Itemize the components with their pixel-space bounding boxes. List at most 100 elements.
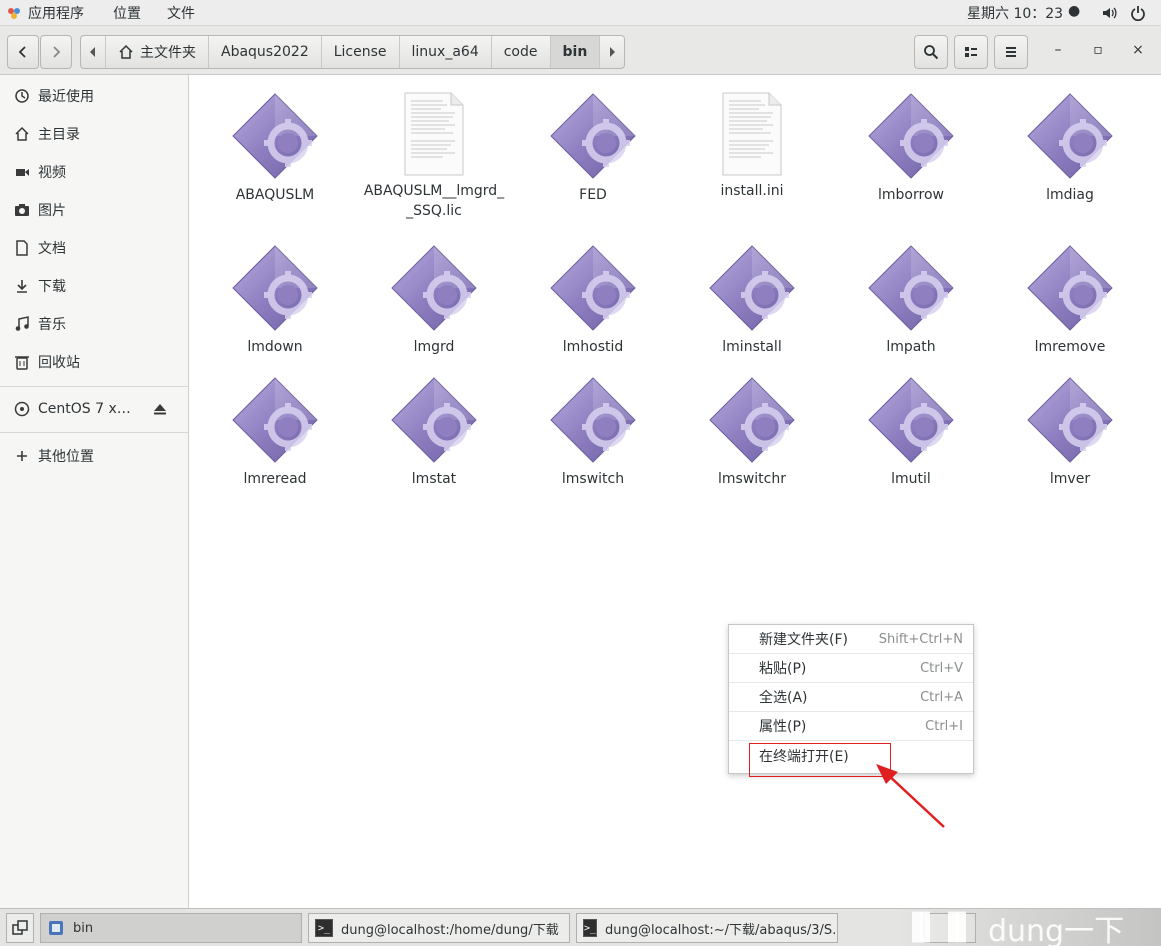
sidebar-item-downloads[interactable]: 下载 (0, 268, 188, 304)
header-bar: 主文件夹 Abaqus2022 License linux_a64 code b… (0, 26, 1161, 75)
breadcrumb-bin[interactable]: bin (550, 36, 601, 68)
sidebar-item-videos[interactable]: 视频 (0, 154, 188, 190)
clock[interactable]: 星期六 10：23 (967, 3, 1063, 23)
volume-icon[interactable] (1101, 5, 1117, 21)
file-name: lmstat (411, 471, 457, 487)
annotation-arrow-icon (876, 764, 945, 828)
chevron-right-icon (53, 46, 61, 58)
menu-item-label: 新建文件夹(F) (759, 632, 848, 648)
executable-icon (1025, 243, 1115, 333)
menu-button[interactable] (994, 35, 1028, 69)
file-item-fed[interactable]: FED (518, 91, 668, 205)
sidebar-item-label: 图片 (38, 203, 66, 219)
camera-icon (15, 204, 29, 216)
file-item-lmver[interactable]: lmver (995, 375, 1145, 489)
file-item-lmswitch[interactable]: lmswitch (518, 375, 668, 489)
file-item-lmstat[interactable]: lmstat (359, 375, 509, 489)
file-menu[interactable]: 文件 (167, 3, 195, 23)
home-icon (119, 44, 133, 59)
file-item-lmremove[interactable]: lmremove (995, 243, 1145, 357)
executable-icon (389, 243, 479, 333)
file-item-lmutil[interactable]: lmutil (836, 375, 986, 489)
sidebar-item-label: 音乐 (38, 317, 66, 333)
task-terminal-2[interactable]: >_ dung@localhost:~/下载/abaqus/3/S… (576, 913, 838, 943)
sidebar-item-home[interactable]: 主目录 (0, 116, 188, 152)
menu-item-properties[interactable]: 属性(P) Ctrl+I (729, 712, 973, 741)
places-menu[interactable]: 位置 (113, 3, 141, 23)
breadcrumb-scroll-right[interactable] (600, 36, 624, 68)
sidebar-item-device[interactable]: CentOS 7 x… (0, 391, 188, 427)
sidebar-item-documents[interactable]: 文档 (0, 230, 188, 266)
breadcrumb-license[interactable]: License (322, 36, 400, 68)
menu-item-new-folder[interactable]: 新建文件夹(F) Shift+Ctrl+N (729, 625, 973, 654)
breadcrumb-code[interactable]: code (492, 36, 551, 68)
file-item-lmhostid[interactable]: lmhostid (518, 243, 668, 357)
sidebar: 最近使用 主目录 视频 图片 文档 下载 音乐 回收站 CentOS 7 x… … (0, 75, 189, 908)
file-item-lmpath[interactable]: lmpath (836, 243, 986, 357)
menu-item-paste[interactable]: 粘贴(P) Ctrl+V (729, 654, 973, 683)
task-bin[interactable]: bin (40, 913, 302, 943)
file-name: lmreread (243, 471, 307, 487)
sidebar-item-label: 最近使用 (38, 89, 94, 105)
executable-icon (230, 243, 320, 333)
sidebar-item-music[interactable]: 音乐 (0, 306, 188, 342)
breadcrumb-linux-a64[interactable]: linux_a64 (400, 36, 492, 68)
eject-icon[interactable] (153, 402, 167, 416)
file-item-install-ini[interactable]: install.ini (677, 91, 827, 201)
file-name: ABAQUSLM__lmgrd_ _SSQ.lic (363, 183, 505, 219)
sidebar-item-label: CentOS 7 x… (38, 401, 131, 417)
file-item-lmdown[interactable]: lmdown (200, 243, 350, 357)
forward-button[interactable] (40, 35, 72, 69)
sidebar-item-pictures[interactable]: 图片 (0, 192, 188, 228)
file-item-lmgrd[interactable]: lmgrd (359, 243, 509, 357)
sidebar-item-other-locations[interactable]: 其他位置 (0, 438, 188, 474)
file-name: FED (579, 187, 607, 203)
executable-icon (548, 375, 638, 465)
file-item-lmreread[interactable]: lmreread (200, 375, 350, 489)
file-name: lmgrd (413, 339, 455, 355)
sidebar-item-label: 下载 (38, 279, 66, 295)
file-view[interactable]: ABAQUSLM ABAQUSLM__lmgrd_ _SSQ.lic FED i… (190, 75, 1161, 908)
task-terminal-1[interactable]: >_ dung@localhost:/home/dung/下载 (308, 913, 570, 943)
maximize-button[interactable]: ▫ (1090, 42, 1106, 58)
sidebar-item-label: 文档 (38, 241, 66, 257)
breadcrumb-abaqus2022[interactable]: Abaqus2022 (209, 36, 322, 68)
power-icon[interactable] (1130, 5, 1146, 21)
menu-item-shortcut: Ctrl+I (925, 718, 963, 734)
executable-icon (548, 243, 638, 333)
file-item-lmborrow[interactable]: lmborrow (836, 91, 986, 205)
file-item-license-file[interactable]: ABAQUSLM__lmgrd_ _SSQ.lic (359, 91, 509, 221)
file-item-abaquslm[interactable]: ABAQUSLM (200, 91, 350, 205)
applications-icon (8, 8, 20, 19)
breadcrumb-home[interactable]: 主文件夹 (106, 36, 209, 68)
download-icon (17, 280, 27, 293)
file-name: lmborrow (878, 187, 944, 203)
back-button[interactable] (7, 35, 39, 69)
file-name: lmremove (1034, 339, 1106, 355)
executable-icon (1025, 375, 1115, 465)
file-item-lminstall[interactable]: lminstall (677, 243, 827, 357)
file-name: ABAQUSLM (235, 187, 315, 203)
view-toggle-button[interactable] (954, 35, 988, 69)
menu-item-label: 属性(P) (759, 719, 807, 735)
applications-menu[interactable]: 应用程序 (28, 3, 84, 23)
task-label: bin (73, 920, 94, 936)
file-name: lmutil (891, 471, 931, 487)
task-label: dung@localhost:/home/dung/下载 (341, 922, 559, 938)
file-item-lmdiag[interactable]: lmdiag (995, 91, 1145, 205)
minimize-button[interactable]: – (1050, 42, 1066, 58)
sidebar-item-label: 主目录 (38, 127, 80, 143)
close-button[interactable]: × (1130, 42, 1146, 58)
search-button[interactable] (914, 35, 948, 69)
task-label: dung@localhost:~/下载/abaqus/3/S… (605, 922, 838, 938)
menu-item-select-all[interactable]: 全选(A) Ctrl+A (729, 683, 973, 712)
file-item-lmswitchr[interactable]: lmswitchr (677, 375, 827, 489)
video-icon (16, 169, 29, 176)
executable-icon (707, 243, 797, 333)
show-desktop-button[interactable] (6, 913, 34, 943)
terminal-icon: >_ (583, 919, 598, 937)
breadcrumb-scroll-left[interactable] (81, 36, 106, 68)
breadcrumb: 主文件夹 Abaqus2022 License linux_a64 code b… (80, 35, 626, 69)
sidebar-item-trash[interactable]: 回收站 (0, 344, 188, 380)
sidebar-item-recent[interactable]: 最近使用 (0, 78, 188, 114)
